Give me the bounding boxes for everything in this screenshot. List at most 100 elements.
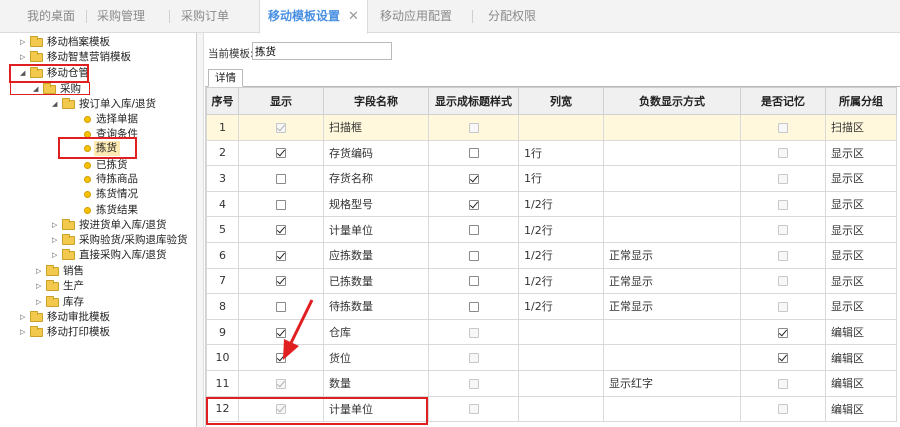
cell-group[interactable]: 扫描区 — [825, 114, 897, 141]
cell-group[interactable]: 显示区 — [825, 190, 897, 218]
tree-item-purchase-inspect[interactable]: ▷ 采购验货/采购退库验货 — [52, 233, 192, 248]
cell-negative-display[interactable]: 显示红字 — [603, 369, 741, 397]
title-style-checkbox[interactable] — [468, 225, 479, 236]
expand-icon[interactable]: ▷ — [52, 218, 60, 233]
table-row[interactable]: 9 仓库 编辑区 — [206, 318, 897, 346]
cell-width[interactable]: 1/2行 — [518, 241, 604, 269]
cell-group[interactable]: 显示区 — [825, 293, 897, 320]
expand-icon[interactable]: ▷ — [20, 325, 28, 340]
tab-mobile-template-settings[interactable]: 移动模板设置 ✕ — [259, 0, 368, 34]
cell-negative-display[interactable]: 正常显示 — [603, 293, 741, 320]
tree-item-mobile-archive[interactable]: ▷ 移动档案模板 — [20, 35, 190, 50]
title-style-checkbox[interactable] — [468, 173, 479, 184]
cell-width[interactable]: 1/2行 — [518, 216, 604, 243]
tree-item-order-in-return[interactable]: ◢ 按订单入库/退货 — [52, 97, 192, 112]
cell-group[interactable]: 显示区 — [825, 139, 897, 167]
show-checkbox[interactable] — [276, 225, 286, 236]
table-row[interactable]: 1 扫描框 扫描区 — [206, 114, 897, 141]
cell-negative-display[interactable] — [603, 216, 741, 243]
cell-width[interactable]: 1/2行 — [518, 190, 604, 218]
table-row[interactable]: 11 数量 显示红字 编辑区 — [206, 369, 897, 397]
cell-negative-display[interactable] — [603, 344, 741, 371]
tree-item-inventory[interactable]: ▷ 库存 — [36, 295, 186, 310]
tree-item-sales[interactable]: ▷ 销售 — [36, 264, 186, 279]
cell-width[interactable]: 1行 — [518, 139, 604, 167]
table-row[interactable]: 10 货位 编辑区 — [206, 344, 897, 371]
title-style-checkbox[interactable] — [468, 250, 479, 261]
show-checkbox[interactable] — [276, 250, 286, 261]
tab-mobile-app-config[interactable]: 移动应用配置 — [380, 0, 452, 33]
tree-leaf-to-pick[interactable]: 待拣商品 — [84, 172, 184, 187]
cell-width[interactable] — [518, 318, 604, 346]
table-row[interactable]: 3 存货名称 1行 显示区 — [206, 165, 897, 192]
show-checkbox[interactable] — [276, 173, 286, 184]
tab-assign-permissions[interactable]: 分配权限 — [488, 0, 536, 33]
expand-icon[interactable]: ▷ — [20, 35, 28, 50]
cell-width[interactable] — [518, 344, 604, 371]
expand-icon[interactable]: ▷ — [20, 310, 28, 325]
cell-negative-display[interactable] — [603, 318, 741, 346]
table-row[interactable]: 2 存货编码 1行 显示区 — [206, 139, 897, 167]
tree-item-smart-marketing[interactable]: ▷ 移动智慧营销模板 — [20, 50, 190, 65]
tree-item-approval[interactable]: ▷ 移动审批模板 — [20, 310, 190, 325]
cell-width[interactable] — [518, 114, 604, 141]
tree-item-direct-in-return[interactable]: ▷ 直接采购入库/退货 — [52, 248, 192, 263]
tab-purchase-order[interactable]: 采购订单 — [181, 0, 229, 33]
close-icon[interactable]: ✕ — [348, 9, 359, 24]
table-row[interactable]: 7 已拣数量 1/2行 正常显示 显示区 — [206, 267, 897, 295]
title-style-checkbox[interactable] — [468, 148, 479, 159]
cell-width[interactable] — [518, 395, 604, 423]
remember-checkbox[interactable] — [778, 353, 788, 364]
cell-group[interactable]: 编辑区 — [825, 344, 897, 371]
cell-group[interactable]: 显示区 — [825, 165, 897, 192]
cell-negative-display[interactable]: 正常显示 — [603, 241, 741, 269]
tab-my-desktop[interactable]: 我的桌面 — [27, 0, 75, 33]
table-row[interactable]: 5 计量单位 1/2行 显示区 — [206, 216, 897, 243]
cell-width[interactable]: 1/2行 — [518, 267, 604, 295]
expand-icon[interactable]: ▷ — [36, 264, 44, 279]
cell-negative-display[interactable] — [603, 395, 741, 423]
cell-width[interactable] — [518, 369, 604, 397]
tree-leaf-select-doc[interactable]: 选择单据 — [84, 112, 184, 127]
cell-group[interactable]: 编辑区 — [825, 369, 897, 397]
cell-group[interactable]: 显示区 — [825, 241, 897, 269]
tree-item-arrival-in-return[interactable]: ▷ 按进货单入库/退货 — [52, 218, 192, 233]
collapse-icon[interactable]: ◢ — [52, 97, 60, 112]
panel-splitter[interactable] — [196, 33, 204, 427]
tree-leaf-picked[interactable]: 已拣货 — [84, 158, 184, 173]
cell-group[interactable]: 编辑区 — [825, 318, 897, 346]
show-checkbox[interactable] — [276, 148, 286, 159]
expand-icon[interactable]: ▷ — [52, 248, 60, 263]
show-checkbox[interactable] — [276, 301, 286, 312]
table-row[interactable]: 4 规格型号 1/2行 显示区 — [206, 190, 897, 218]
cell-negative-display[interactable] — [603, 114, 741, 141]
table-row[interactable]: 6 应拣数量 1/2行 正常显示 显示区 — [206, 241, 897, 269]
expand-icon[interactable]: ▷ — [52, 233, 60, 248]
tab-detail[interactable]: 详情 — [208, 69, 243, 87]
cell-group[interactable]: 显示区 — [825, 267, 897, 295]
tree-leaf-pick-status[interactable]: 拣货情况 — [84, 187, 184, 202]
cell-negative-display[interactable] — [603, 139, 741, 167]
cell-negative-display[interactable] — [603, 165, 741, 192]
tree-leaf-pick-result[interactable]: 拣货结果 — [84, 203, 184, 218]
tree-item-print[interactable]: ▷ 移动打印模板 — [20, 325, 190, 340]
cell-negative-display[interactable] — [603, 190, 741, 218]
expand-icon[interactable]: ▷ — [36, 279, 44, 294]
expand-icon[interactable]: ▷ — [36, 295, 44, 310]
table-row[interactable]: 8 待拣数量 1/2行 正常显示 显示区 — [206, 293, 897, 320]
tab-purchase-management[interactable]: 采购管理 — [97, 0, 145, 33]
remember-checkbox[interactable] — [778, 327, 788, 338]
current-template-input[interactable] — [252, 42, 392, 60]
show-checkbox[interactable] — [276, 327, 286, 338]
show-checkbox[interactable] — [276, 353, 286, 364]
cell-group[interactable]: 显示区 — [825, 216, 897, 243]
tree-item-production[interactable]: ▷ 生产 — [36, 279, 186, 294]
show-checkbox[interactable] — [276, 199, 286, 210]
cell-width[interactable]: 1行 — [518, 165, 604, 192]
title-style-checkbox[interactable] — [468, 199, 479, 210]
expand-icon[interactable]: ▷ — [20, 50, 28, 65]
cell-negative-display[interactable]: 正常显示 — [603, 267, 741, 295]
cell-width[interactable]: 1/2行 — [518, 293, 604, 320]
title-style-checkbox[interactable] — [468, 301, 479, 312]
show-checkbox[interactable] — [276, 276, 286, 287]
